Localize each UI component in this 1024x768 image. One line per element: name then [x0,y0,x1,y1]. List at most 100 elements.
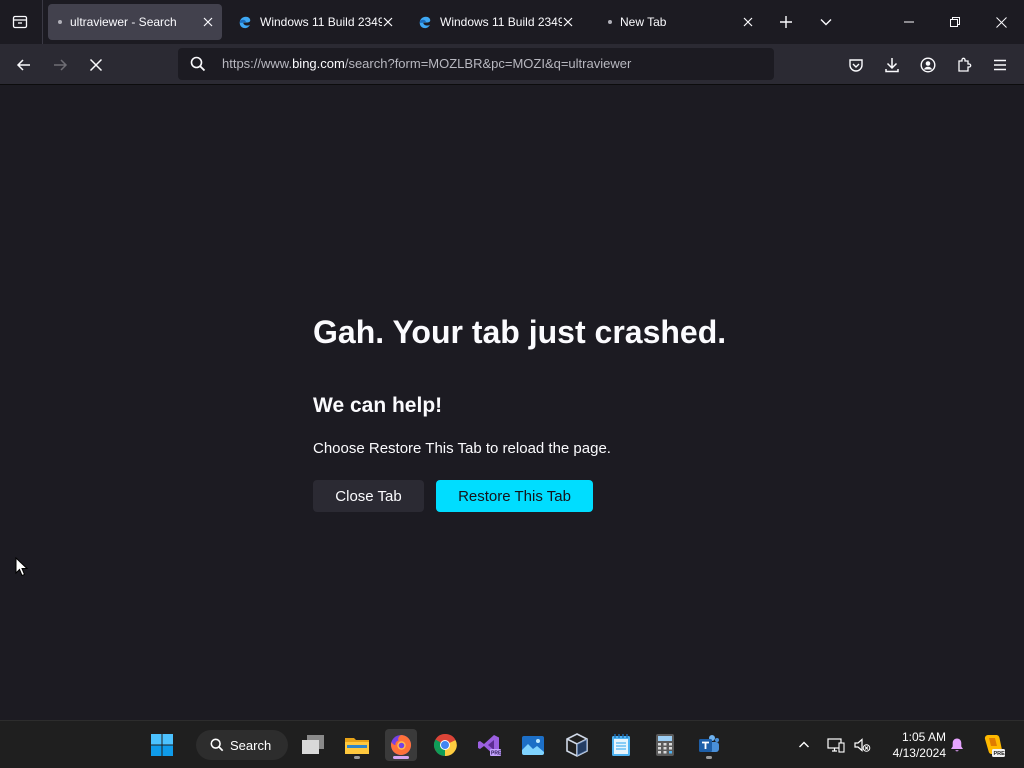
crash-title: Gah. Your tab just crashed. [313,314,727,350]
screen: ultraviewer - Search Windows 11 Build 23… [0,0,1024,768]
svg-text:PRE: PRE [994,751,1006,757]
close-icon [743,17,753,27]
taskbar-search[interactable]: Search [196,730,288,760]
tab-close-button[interactable] [380,14,396,30]
app-menu-button[interactable] [986,52,1014,78]
teams-icon [699,735,719,752]
calculator-icon [656,734,674,756]
navigation-toolbar: https://www.bing.com/search?form=MOZLBR&… [0,44,1024,85]
extensions-button[interactable] [950,52,978,78]
taskbar-app-visual-studio-preview[interactable]: PRE [473,729,505,761]
url-bar[interactable]: https://www.bing.com/search?form=MOZLBR&… [178,48,774,80]
running-indicator [354,756,360,759]
copilot-icon: PRE [984,735,1006,757]
url-prefix: https://www. [222,56,293,71]
crash-description: Choose Restore This Tab to reload the pa… [313,440,611,457]
network-monitor-icon [827,738,845,753]
tab-close-button[interactable] [560,14,576,30]
taskbar-search-label: Search [230,737,272,753]
minimize-button[interactable] [886,0,932,44]
firefox-view-icon [12,15,28,29]
clock-time: 1:05 AM [901,730,946,744]
chevron-down-icon [820,19,832,26]
forward-button[interactable] [46,52,74,78]
tab-0[interactable]: ultraviewer - Search [48,4,222,40]
task-view-icon [302,735,324,754]
bell-icon [951,738,963,752]
restore-window-button[interactable] [932,0,978,44]
taskbar-app-file-explorer[interactable] [341,729,373,761]
volume-muted-icon [854,738,871,752]
pocket-button[interactable] [842,52,870,78]
taskbar-app-virtualbox[interactable] [561,729,593,761]
hamburger-menu-icon [994,59,1006,71]
tab-strip: ultraviewer - Search Windows 11 Build 23… [0,0,1024,44]
url-text[interactable]: https://www.bing.com/search?form=MOZLBR&… [222,56,631,71]
task-view-button[interactable] [297,729,329,761]
taskbar-app-calculator[interactable] [649,729,681,761]
chevron-up-icon [799,741,809,748]
close-icon [383,17,393,27]
list-all-tabs-button[interactable] [814,10,838,34]
stop-icon [89,58,103,72]
plus-icon [780,16,792,28]
close-icon [203,17,213,27]
notifications-button[interactable] [947,735,967,755]
tab-close-button[interactable] [740,14,756,30]
taskbar-app-photos[interactable] [517,729,549,761]
restore-tab-button[interactable]: Restore This Tab [436,480,593,512]
arrow-right-icon [54,59,68,71]
virtualbox-icon [566,733,588,757]
puzzle-icon [958,57,972,72]
network-button[interactable] [826,735,846,755]
search-icon [210,738,224,752]
close-tab-button[interactable]: Close Tab [313,480,424,512]
start-button[interactable] [146,729,178,761]
stop-button[interactable] [82,52,110,78]
svg-text:PRE: PRE [491,751,501,757]
notepad-icon [612,734,630,756]
windows-start-icon [151,734,173,756]
account-icon [920,57,936,73]
taskbar: Search PRE 1:05 AM 4/13/2024 PRE [0,720,1024,768]
new-tab-button[interactable] [774,10,798,34]
chrome-icon [434,733,457,757]
account-button[interactable] [914,52,942,78]
tab-1[interactable]: Windows 11 Build 2349 [228,4,402,40]
system-clock[interactable]: 1:05 AM 4/13/2024 [880,729,946,761]
firefox-view-button[interactable] [8,10,32,34]
url-path: /search?form=MOZLBR&pc=MOZI&q=ultraviewe… [344,56,632,71]
volume-button[interactable] [852,735,872,755]
visual-studio-preview-icon: PRE [478,735,501,757]
tab-title: New Tab [620,15,667,29]
downloads-button[interactable] [878,52,906,78]
close-window-button[interactable] [978,0,1024,44]
taskbar-app-notepad[interactable] [605,729,637,761]
close-icon [563,17,573,27]
firefox-icon [391,734,412,755]
arrow-left-icon [16,59,30,71]
tab-loading-dot [58,20,62,24]
show-hidden-icons-button[interactable] [794,735,814,755]
copilot-preview-button[interactable]: PRE [980,732,1006,758]
clock-date: 4/13/2024 [892,746,946,760]
tab-close-button[interactable] [200,14,216,30]
mouse-pointer-icon [15,557,29,577]
minimize-icon [904,21,914,23]
edge-logo-icon [419,16,431,29]
url-host: bing.com [292,56,345,71]
taskbar-app-firefox[interactable] [385,729,417,761]
page-content: Gah. Your tab just crashed. We can help!… [0,85,1024,720]
tab-title: Windows 11 Build 2349 [440,15,562,29]
taskbar-app-teams[interactable] [693,729,725,761]
close-icon [995,16,1007,28]
back-button[interactable] [10,52,38,78]
taskbar-app-chrome[interactable] [429,729,461,761]
tab-title: Windows 11 Build 2349 [260,15,382,29]
tab-3[interactable]: New Tab [598,4,762,40]
pocket-icon [849,59,863,72]
tab-2[interactable]: Windows 11 Build 2349 [408,4,582,40]
search-icon [190,56,206,72]
edge-logo-icon [239,16,251,29]
tab-strip-divider [42,0,43,44]
